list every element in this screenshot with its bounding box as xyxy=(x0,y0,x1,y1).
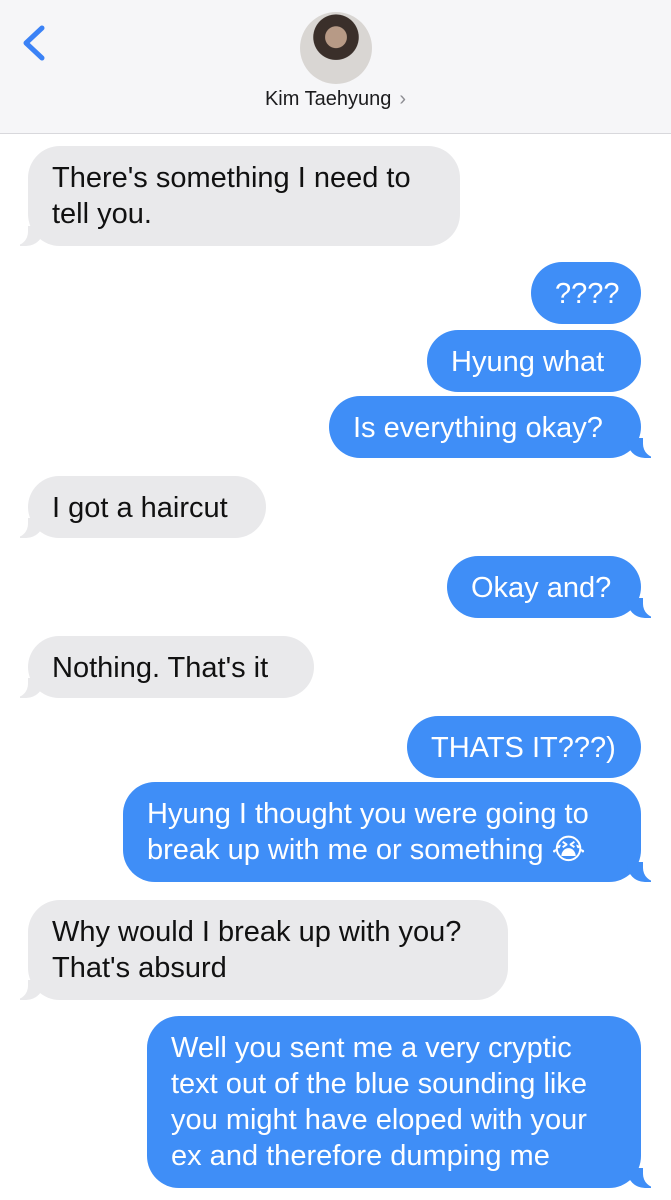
contact-name-button[interactable]: Kim Taehyung › xyxy=(0,88,671,111)
outgoing-message-bubble[interactable]: ???? xyxy=(531,262,641,324)
outgoing-message-bubble[interactable]: Well you sent me a very cryptic text out… xyxy=(147,1016,641,1188)
incoming-message-bubble[interactable]: Why would I break up with you? That's ab… xyxy=(28,900,508,1000)
chevron-right-icon: › xyxy=(399,88,407,110)
outgoing-message-bubble[interactable]: Is everything okay? xyxy=(329,396,641,458)
contact-avatar[interactable] xyxy=(300,12,372,84)
back-button[interactable] xyxy=(18,24,50,62)
chevron-left-icon xyxy=(23,25,45,61)
incoming-message-bubble[interactable]: I got a haircut xyxy=(28,476,266,538)
incoming-message-bubble[interactable]: Nothing. That's it xyxy=(28,636,314,698)
outgoing-message-bubble[interactable]: Hyung what xyxy=(427,330,641,392)
conversation-header: Kim Taehyung › xyxy=(0,0,671,134)
outgoing-message-bubble[interactable]: Hyung I thought you were going to break … xyxy=(123,782,641,882)
outgoing-message-bubble[interactable]: Okay and? xyxy=(447,556,641,618)
incoming-message-bubble[interactable]: There's something I need to tell you. xyxy=(28,146,460,246)
contact-name: Kim Taehyung xyxy=(264,88,392,110)
outgoing-message-bubble[interactable]: THATS IT???) xyxy=(407,716,641,778)
